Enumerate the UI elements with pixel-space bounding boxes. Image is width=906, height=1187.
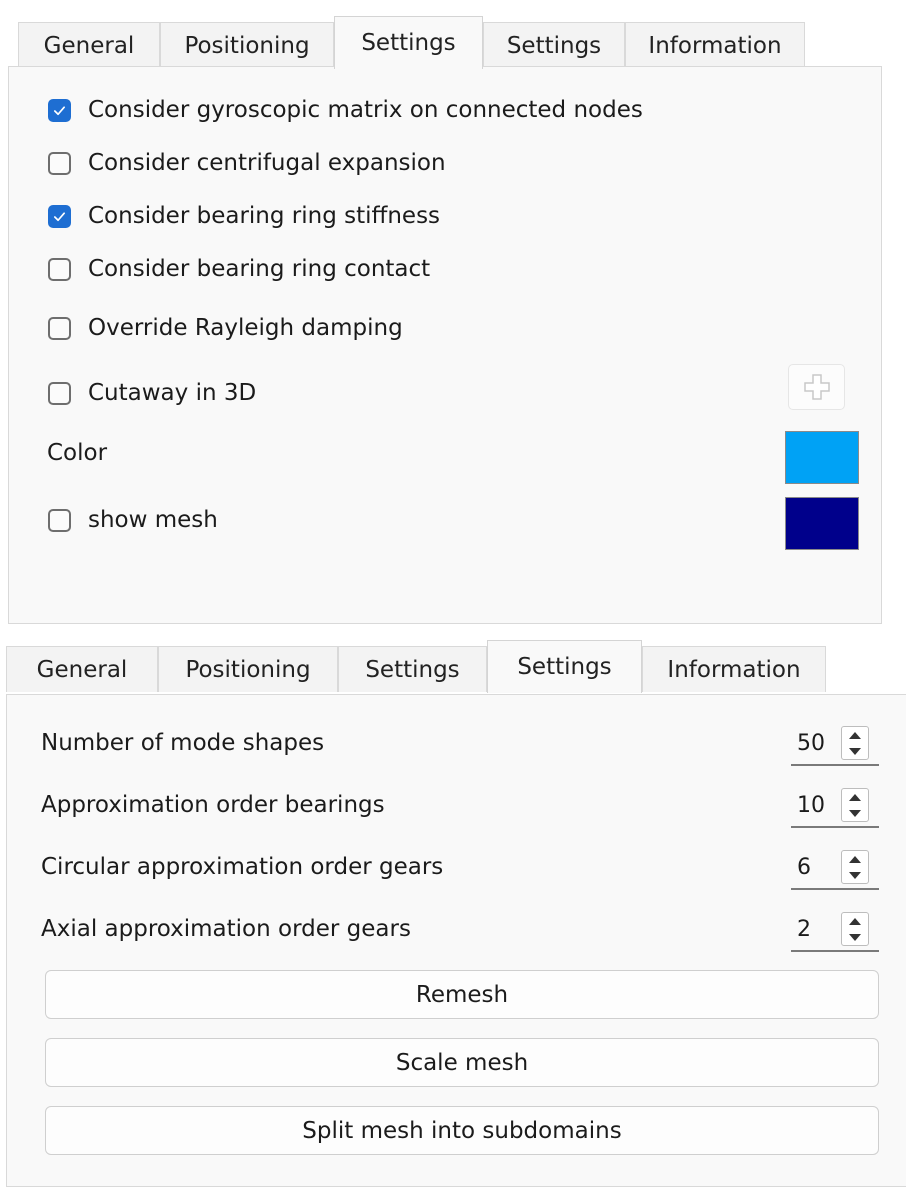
tab-settings-2[interactable]: Settings: [483, 22, 625, 68]
arrow-up-icon[interactable]: [849, 793, 861, 801]
mesh-color-swatch-button[interactable]: [785, 497, 859, 550]
arrow-up-icon[interactable]: [849, 855, 861, 863]
spinbox-arrows[interactable]: [841, 788, 869, 822]
checkbox-row-cutaway[interactable]: Cutaway in 3D: [48, 380, 256, 406]
rayleigh-checkbox[interactable]: [48, 316, 71, 340]
tab-information[interactable]: Information: [642, 646, 826, 692]
mode-shapes-label: Number of mode shapes: [41, 730, 325, 756]
scale-mesh-button[interactable]: Scale mesh: [45, 1038, 879, 1087]
ring-contact-checkbox[interactable]: [48, 257, 71, 281]
plus-icon: [803, 374, 830, 400]
axial-order-label: Axial approximation order gears: [41, 916, 411, 942]
spinbox-value[interactable]: 10: [797, 793, 841, 818]
circular-order-label: Circular approximation order gears: [41, 854, 444, 880]
cutaway-checkbox[interactable]: [48, 381, 71, 405]
mode-shapes-spinbox[interactable]: 50: [791, 722, 879, 766]
checkmark-icon: [53, 211, 66, 221]
bearings-order-label: Approximation order bearings: [41, 792, 385, 818]
checkbox-label: show mesh: [88, 507, 218, 533]
checkmark-icon: [53, 105, 66, 115]
checkbox-label: Override Rayleigh damping: [88, 315, 403, 341]
tab-general[interactable]: General: [6, 646, 158, 692]
arrow-down-icon[interactable]: [849, 747, 861, 755]
arrow-down-icon[interactable]: [849, 871, 861, 879]
spinbox-arrows[interactable]: [841, 726, 869, 760]
spinbox-arrows[interactable]: [841, 850, 869, 884]
checkbox-row-gyroscopic[interactable]: Consider gyroscopic matrix on connected …: [48, 97, 643, 123]
ring-stiffness-checkbox[interactable]: [48, 204, 71, 228]
tab-content: Consider gyroscopic matrix on connected …: [8, 66, 882, 624]
tab-content: Number of mode shapes 50 Approximation o…: [6, 694, 906, 1187]
spinbox-value[interactable]: 50: [797, 731, 841, 756]
color-row: Color: [47, 440, 107, 466]
spinbox-value[interactable]: 6: [797, 855, 841, 880]
checkbox-label: Consider centrifugal expansion: [88, 150, 446, 176]
rayleigh-add-button[interactable]: [788, 364, 845, 410]
tab-settings-1[interactable]: Settings: [338, 646, 487, 692]
checkbox-row-centrifugal[interactable]: Consider centrifugal expansion: [48, 150, 446, 176]
tab-positioning[interactable]: Positioning: [160, 22, 334, 68]
arrow-down-icon[interactable]: [849, 809, 861, 817]
checkbox-row-ring-stiffness[interactable]: Consider bearing ring stiffness: [48, 203, 440, 229]
checkbox-row-show-mesh[interactable]: show mesh: [48, 507, 218, 533]
show-mesh-checkbox[interactable]: [48, 508, 71, 532]
settings-panel-1: General Positioning Settings Settings In…: [8, 8, 882, 624]
centrifugal-checkbox[interactable]: [48, 151, 71, 175]
remesh-button[interactable]: Remesh: [45, 970, 879, 1019]
gyroscopic-checkbox[interactable]: [48, 98, 71, 122]
tab-positioning[interactable]: Positioning: [158, 646, 338, 692]
checkbox-row-rayleigh[interactable]: Override Rayleigh damping: [48, 315, 403, 341]
bearings-order-spinbox[interactable]: 10: [791, 784, 879, 828]
spinner-row: Circular approximation order gears: [41, 854, 443, 880]
circular-order-spinbox[interactable]: 6: [791, 846, 879, 890]
tab-settings-2[interactable]: Settings: [487, 640, 642, 693]
checkbox-label: Consider gyroscopic matrix on connected …: [88, 97, 643, 123]
spinbox-value[interactable]: 2: [797, 917, 841, 942]
checkbox-label: Consider bearing ring contact: [88, 256, 431, 282]
checkbox-label: Consider bearing ring stiffness: [88, 203, 441, 229]
checkbox-row-ring-contact[interactable]: Consider bearing ring contact: [48, 256, 430, 282]
spinner-row: Axial approximation order gears: [41, 916, 411, 942]
color-swatch-button[interactable]: [785, 431, 859, 484]
arrow-down-icon[interactable]: [849, 933, 861, 941]
settings-panel-2: General Positioning Settings Settings In…: [6, 632, 906, 1187]
tab-information[interactable]: Information: [625, 22, 805, 68]
spinner-row: Approximation order bearings: [41, 792, 385, 818]
spinner-row: Number of mode shapes: [41, 730, 324, 756]
arrow-up-icon[interactable]: [849, 917, 861, 925]
axial-order-spinbox[interactable]: 2: [791, 908, 879, 952]
spinbox-arrows[interactable]: [841, 912, 869, 946]
color-label: Color: [47, 440, 108, 466]
checkbox-label: Cutaway in 3D: [88, 380, 257, 406]
arrow-up-icon[interactable]: [849, 731, 861, 739]
tab-settings-1[interactable]: Settings: [334, 16, 483, 69]
tab-general[interactable]: General: [18, 22, 160, 68]
split-mesh-button[interactable]: Split mesh into subdomains: [45, 1106, 879, 1155]
